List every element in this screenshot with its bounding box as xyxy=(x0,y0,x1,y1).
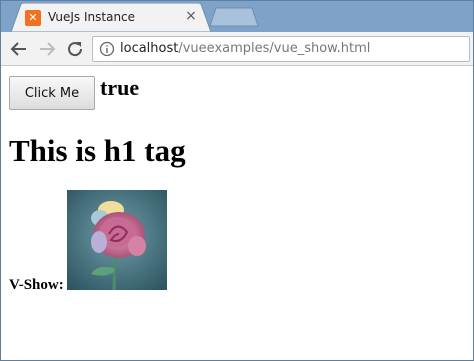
arrow-right-icon xyxy=(40,42,56,56)
new-tab-button[interactable] xyxy=(208,7,268,27)
tab-title: VueJs Instance xyxy=(48,10,136,24)
url-path: /vueexamples/vue_show.html xyxy=(178,41,371,56)
tab-close-button[interactable]: × xyxy=(183,8,199,24)
show-value-text: true xyxy=(100,75,140,100)
click-me-button[interactable]: Click Me xyxy=(9,76,95,110)
url-host: localhost xyxy=(120,41,179,56)
info-icon[interactable] xyxy=(99,41,115,57)
vshow-label: V-Show: xyxy=(9,277,64,293)
browser-window: ✕ VueJs Instance × localhost/vueexamples… xyxy=(0,0,474,361)
tab-vuejs-instance[interactable]: ✕ VueJs Instance × xyxy=(11,3,211,32)
page-content: Click Me true This is h1 tag V-Show: xyxy=(1,67,473,360)
reload-icon xyxy=(68,42,83,57)
address-bar[interactable]: localhost/vueexamples/vue_show.html xyxy=(92,36,470,62)
browser-toolbar: localhost/vueexamples/vue_show.html xyxy=(1,32,473,66)
arrow-left-icon xyxy=(10,42,26,56)
h1-heading: This is h1 tag xyxy=(9,133,186,168)
reload-button[interactable] xyxy=(63,37,87,61)
rose-image xyxy=(67,190,167,290)
forward-button[interactable] xyxy=(35,37,59,61)
tab-strip: ✕ VueJs Instance × xyxy=(1,1,473,32)
xampp-favicon-icon: ✕ xyxy=(25,10,41,26)
back-button[interactable] xyxy=(7,37,31,61)
url-text[interactable]: localhost/vueexamples/vue_show.html xyxy=(120,41,370,56)
new-tab-icon xyxy=(209,7,259,27)
